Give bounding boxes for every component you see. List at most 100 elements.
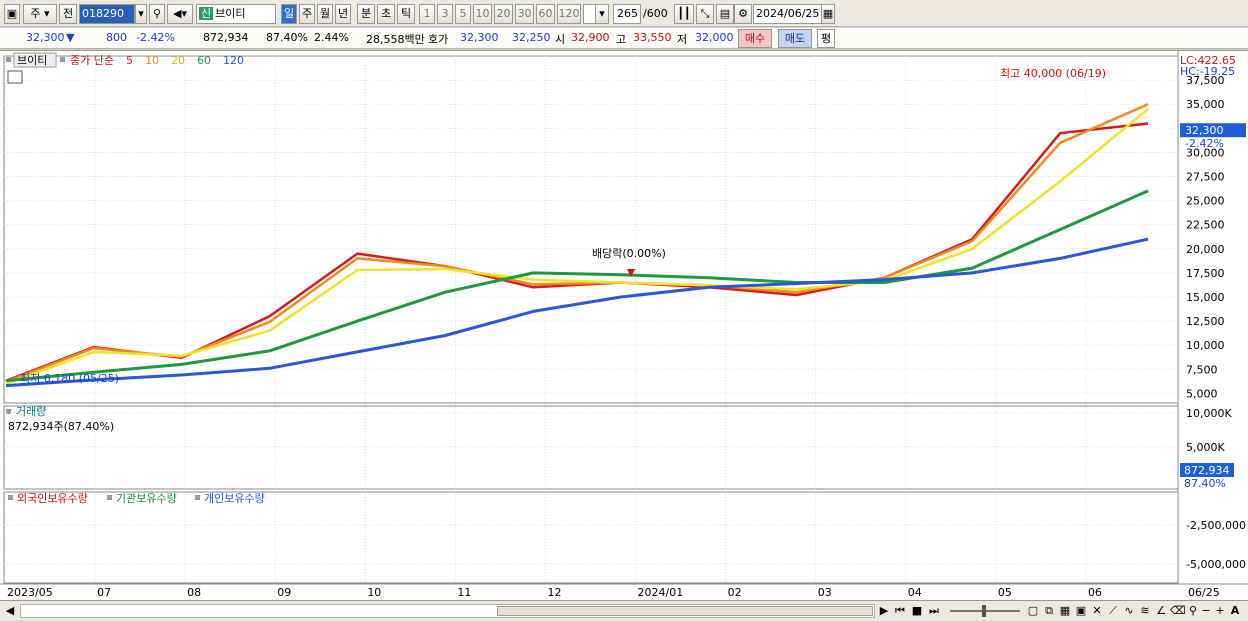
legend-ma-label: 종가 단순 xyxy=(70,54,114,67)
holding-legend-1: 외국인보유수량 xyxy=(17,492,88,505)
x-axis-label: 09 xyxy=(277,586,291,599)
interval-30[interactable]: 30 xyxy=(515,4,534,24)
tool-fib-icon[interactable]: ≋ xyxy=(1138,603,1152,619)
chart-area[interactable]: 37,50035,00032,50030,00027,50025,00022,5… xyxy=(0,50,1248,600)
tool-wave-icon[interactable]: ∿ xyxy=(1122,603,1136,619)
first-page-icon[interactable]: ⏮ xyxy=(893,603,907,619)
stop-icon[interactable]: ■ xyxy=(910,603,924,619)
interval-dropdown-icon[interactable]: ▾ xyxy=(595,4,609,24)
price-tick-label: 15,000 xyxy=(1186,291,1225,304)
scroll-bar[interactable]: ◀ ▶ ⏮ ■ ⏭ ▢ ⧉ ▦ ▣ ✕ ⟋ ∿ ≋ ∠ ⌫ ⚲ − + A xyxy=(0,600,1248,621)
code-dropdown-icon[interactable]: ▾ xyxy=(135,4,147,24)
period-tick[interactable]: 틱 xyxy=(397,4,415,24)
volume-tick-label: 10,000K xyxy=(1186,407,1232,420)
period-year[interactable]: 년 xyxy=(335,4,351,24)
tool-trash-icon[interactable]: ⌫ xyxy=(1170,603,1186,619)
tool-copy-icon[interactable]: ⧉ xyxy=(1042,603,1056,619)
save-icon[interactable]: ▤ xyxy=(716,4,734,24)
price-tick-label: 25,000 xyxy=(1186,195,1225,208)
scroll-track[interactable] xyxy=(20,604,875,618)
gear-icon[interactable]: ⚙ xyxy=(734,4,752,24)
period-day[interactable]: 일 xyxy=(281,4,297,24)
x-axis-label: 10 xyxy=(367,586,381,599)
scroll-right-icon[interactable]: ▶ xyxy=(878,603,890,619)
zoom-in-icon[interactable]: + xyxy=(1214,603,1226,619)
change-arrow: ▼ xyxy=(66,31,75,44)
interval-1[interactable]: 1 xyxy=(419,4,435,24)
min-annotation: 최저 6,180 (05/25) xyxy=(20,372,119,385)
count-max: /600 xyxy=(643,7,668,20)
price-tick-label: 10,000 xyxy=(1186,339,1225,352)
period-month[interactable]: 월 xyxy=(317,4,333,24)
window-icon[interactable]: ▣ xyxy=(4,4,20,24)
tool-box-icon[interactable]: ▣ xyxy=(1074,603,1088,619)
count-input[interactable]: 265 xyxy=(613,4,641,24)
tool-shape-icon[interactable]: ▢ xyxy=(1026,603,1040,619)
volume-title: 거래량 xyxy=(16,405,46,418)
zoom-slider-thumb[interactable] xyxy=(982,605,986,617)
tool-grid-icon[interactable]: ▦ xyxy=(1058,603,1072,619)
stock-code-input[interactable]: 018290 xyxy=(79,4,135,24)
holding-tick-label: -5,000,000 xyxy=(1186,558,1246,571)
stock-name-field[interactable]: 신 브이티 xyxy=(196,4,276,24)
last-page-icon[interactable]: ⏭ xyxy=(927,603,941,619)
current-price: 32,300 xyxy=(26,31,65,44)
stock-chart[interactable]: 37,50035,00032,50030,00027,50025,00022,5… xyxy=(0,51,1248,601)
x-axis-label: 06 xyxy=(1088,586,1102,599)
scroll-thumb[interactable] xyxy=(497,606,873,616)
period-minute[interactable]: 분 xyxy=(357,4,375,24)
eval-button[interactable]: 평 xyxy=(817,29,835,48)
interval-10[interactable]: 10 xyxy=(473,4,492,24)
prev-button[interactable]: 전 xyxy=(59,4,77,24)
interval-5[interactable]: 5 xyxy=(455,4,471,24)
x-axis-label: 2024/01 xyxy=(638,586,684,599)
scroll-left-icon[interactable]: ◀ xyxy=(3,603,17,619)
hc-label: HC:-19.25 xyxy=(1180,65,1235,78)
legend-ma-120: 120 xyxy=(223,54,244,67)
zoom-slider[interactable] xyxy=(950,605,1020,617)
tool-angle-icon[interactable]: ∠ xyxy=(1154,603,1168,619)
x-axis-label: 07 xyxy=(97,586,111,599)
interval-3[interactable]: 3 xyxy=(437,4,453,24)
interval-20[interactable]: 20 xyxy=(494,4,513,24)
zoom-out-icon[interactable]: − xyxy=(1200,603,1212,619)
font-size-icon[interactable]: A xyxy=(1228,603,1242,619)
dividend-annotation: 배당락(0.00%) xyxy=(592,247,666,260)
date-input[interactable]: 2024/06/25 xyxy=(753,4,823,24)
candle-icon[interactable]: ┃┃ xyxy=(674,4,694,24)
price-tick-label: 27,500 xyxy=(1186,170,1225,183)
price-pane-frame xyxy=(3,55,1179,404)
bid-label: 호가 xyxy=(428,33,449,46)
buy-button[interactable]: 매수 xyxy=(738,29,772,48)
draw-tool-icon[interactable]: ⤡ xyxy=(696,4,714,24)
name-tag: 신 xyxy=(199,7,214,20)
holding-legend-bullet xyxy=(195,495,200,500)
market-select[interactable]: 주 ▾ xyxy=(23,4,57,24)
tool-trend-icon[interactable]: ⟋ xyxy=(1106,603,1120,619)
zoom-search-icon[interactable]: ⚲ xyxy=(1186,603,1200,619)
period-week[interactable]: 주 xyxy=(299,4,315,24)
interval-120[interactable]: 120 xyxy=(557,4,581,24)
legend-ma-60: 60 xyxy=(197,54,211,67)
calendar-icon[interactable]: ▦ xyxy=(821,4,835,24)
tool-cross-icon[interactable]: ✕ xyxy=(1090,603,1104,619)
volume-current-value: 872,934 xyxy=(1184,464,1230,477)
price-tick-label: 22,500 xyxy=(1186,219,1225,232)
price-tick-label: 35,000 xyxy=(1186,98,1225,111)
x-axis-label: 02 xyxy=(728,586,742,599)
search-icon[interactable]: ⚲ xyxy=(149,4,165,24)
legend-stock-name: 브이티 xyxy=(17,54,47,67)
max-annotation: 최고 40,000 (06/19) xyxy=(1000,67,1106,80)
high-label: 고 xyxy=(616,33,627,46)
holding-legend-3: 개인보유수량 xyxy=(204,492,265,505)
volume-value-label: 872,934주(87.40%) xyxy=(8,420,114,433)
x-axis-label: 12 xyxy=(547,586,561,599)
toolbar: ▣ 주 ▾ 전 018290 ▾ ⚲ ◀▾ 신 브이티 일 주 월 년 분 초 틱… xyxy=(0,0,1248,27)
speaker-icon[interactable]: ◀▾ xyxy=(167,4,193,24)
volume-value: 872,934 xyxy=(203,31,249,44)
bid-price: 32,250 xyxy=(512,31,551,44)
interval-60[interactable]: 60 xyxy=(536,4,555,24)
period-second[interactable]: 초 xyxy=(377,4,395,24)
price-tick-label: 7,500 xyxy=(1186,363,1218,376)
sell-button[interactable]: 매도 xyxy=(778,29,812,48)
